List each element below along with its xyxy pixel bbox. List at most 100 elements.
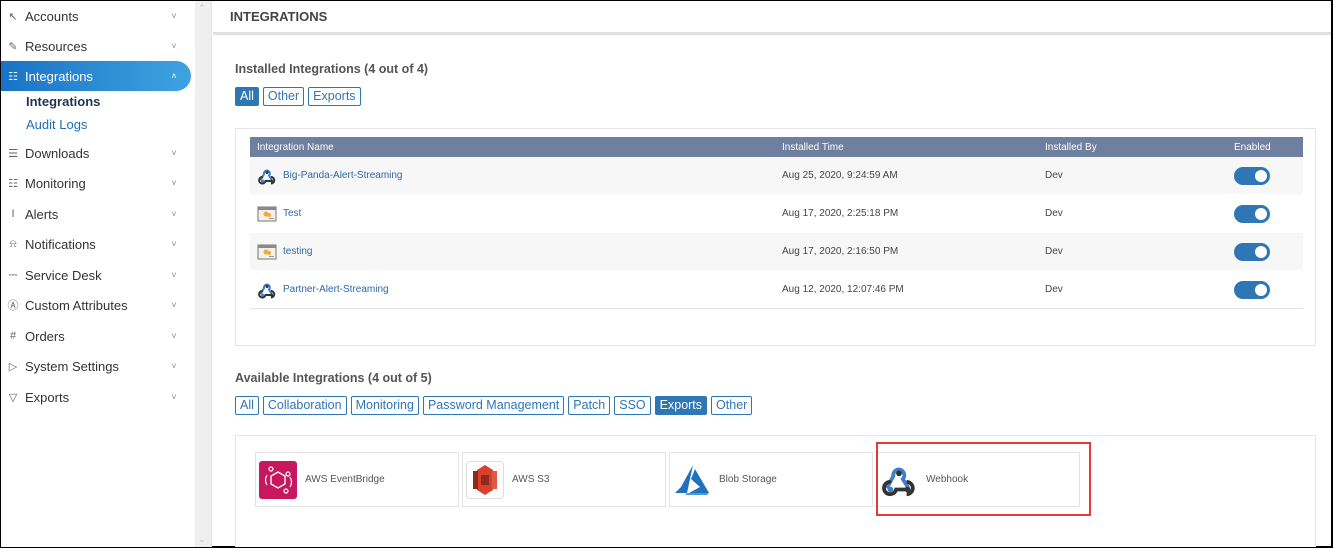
chevron-down-icon[interactable]: ˅ bbox=[169, 361, 179, 371]
table-row: Big-Panda-Alert-Streaming Aug 25, 2020, … bbox=[250, 157, 1303, 195]
browser-icon bbox=[257, 242, 277, 262]
integration-name-link[interactable]: testing bbox=[283, 246, 312, 257]
cell-installed-time: Aug 12, 2020, 12:07:46 PM bbox=[782, 284, 904, 295]
table-header: Integration Name Installed Time Installe… bbox=[250, 137, 1303, 157]
available-integrations-title: Available Integrations (4 out of 5) bbox=[235, 371, 432, 385]
chevron-down-icon[interactable]: ˅ bbox=[169, 331, 179, 341]
eventbridge-icon bbox=[259, 460, 297, 499]
sidebar-item-alerts[interactable]: I Alerts ˅ bbox=[1, 199, 191, 229]
cell-enabled bbox=[1234, 242, 1303, 261]
integration-card-aws-s3[interactable]: AWS S3 bbox=[462, 452, 666, 507]
cell-enabled bbox=[1234, 166, 1303, 185]
cell-name: testing bbox=[250, 242, 782, 262]
column-header-installed-time: Installed Time bbox=[782, 141, 844, 153]
sidebar-item-downloads[interactable]: ☰ Downloads ˅ bbox=[1, 138, 191, 168]
sidebar-item-label: Integrations bbox=[25, 68, 93, 84]
chevron-up-icon[interactable]: ˄ bbox=[169, 71, 179, 81]
sidebar-scrollbar[interactable]: ⌃ ⌄ bbox=[195, 1, 212, 547]
available-filter-all[interactable]: All bbox=[235, 396, 259, 415]
page-title: INTEGRATIONS bbox=[213, 1, 1331, 35]
available-filter-collaboration[interactable]: Collaboration bbox=[262, 396, 347, 415]
chevron-down-icon[interactable]: ˅ bbox=[169, 11, 179, 21]
integration-name-link[interactable]: Big-Panda-Alert-Streaming bbox=[283, 170, 403, 181]
cell-installed-time: Aug 17, 2020, 2:25:18 PM bbox=[782, 208, 899, 219]
clipboard-icon: ☷ bbox=[8, 177, 18, 190]
cell-installed-by: Dev bbox=[1045, 246, 1063, 257]
hash-icon: # bbox=[9, 330, 17, 342]
chevron-down-icon[interactable]: ˅ bbox=[169, 270, 179, 280]
integration-name-link[interactable]: Test bbox=[283, 208, 301, 219]
installed-integrations-table: Integration Name Installed Time Installe… bbox=[250, 137, 1303, 309]
chevron-down-icon[interactable]: ˅ bbox=[169, 41, 179, 51]
integration-card-blob-storage[interactable]: Blob Storage bbox=[669, 452, 873, 507]
enabled-toggle[interactable] bbox=[1234, 166, 1270, 185]
cell-installed-by: Dev bbox=[1045, 208, 1063, 219]
cell-installed-time: Aug 17, 2020, 2:16:50 PM bbox=[782, 246, 899, 257]
export-icon: ▽ bbox=[8, 391, 18, 404]
table-body: Big-Panda-Alert-Streaming Aug 25, 2020, … bbox=[250, 157, 1303, 309]
sidebar-subitem-integrations[interactable]: Integrations bbox=[26, 94, 100, 109]
chevron-down-icon[interactable]: ˅ bbox=[169, 300, 179, 310]
sidebar-item-orders[interactable]: # Orders ˅ bbox=[1, 321, 191, 351]
available-filter-monitoring[interactable]: Monitoring bbox=[350, 396, 419, 415]
sidebar-item-resources[interactable]: ✎ Resources ˅ bbox=[1, 31, 191, 61]
sidebar: ↖ Accounts ˅ ✎ Resources ˅ ☷ Integrations … bbox=[1, 1, 195, 547]
available-filter-sso[interactable]: SSO bbox=[614, 396, 651, 415]
table-row: testing Aug 17, 2020, 2:16:50 PM Dev bbox=[250, 233, 1303, 271]
enabled-toggle[interactable] bbox=[1234, 280, 1270, 299]
cell-name: Big-Panda-Alert-Streaming bbox=[250, 166, 782, 186]
browser-icon bbox=[257, 204, 277, 224]
sidebar-item-custom-attributes[interactable]: Ⓐ Custom Attributes ˅ bbox=[1, 290, 191, 320]
cell-installed-time: Aug 25, 2020, 9:24:59 AM bbox=[782, 170, 898, 181]
available-filter-other[interactable]: Other bbox=[711, 396, 753, 415]
scroll-down-icon[interactable]: ⌄ bbox=[198, 534, 206, 545]
sidebar-item-notifications[interactable]: ⍾ Notifications ˅ bbox=[1, 229, 191, 259]
highlight-box bbox=[876, 442, 1091, 516]
sidebar-item-label: Notifications bbox=[25, 236, 96, 252]
column-header-name: Integration Name bbox=[257, 141, 334, 153]
chevron-down-icon[interactable]: ˅ bbox=[169, 178, 179, 188]
chevron-down-icon[interactable]: ˅ bbox=[169, 392, 179, 402]
enabled-toggle[interactable] bbox=[1234, 242, 1270, 261]
sidebar-item-label: Resources bbox=[25, 38, 88, 54]
integration-card-aws-eventbridge[interactable]: AWS EventBridge bbox=[255, 452, 459, 507]
integration-card-label: AWS EventBridge bbox=[305, 474, 385, 485]
sidebar-item-system-settings[interactable]: ▷ System Settings ˅ bbox=[1, 351, 191, 381]
enabled-toggle[interactable] bbox=[1234, 204, 1270, 223]
sidebar-item-exports[interactable]: ▽ Exports ˅ bbox=[1, 382, 191, 412]
available-filter-patch[interactable]: Patch bbox=[568, 396, 611, 415]
integration-name-link[interactable]: Partner-Alert-Streaming bbox=[283, 284, 389, 295]
cell-installed-by: Dev bbox=[1045, 170, 1063, 181]
cell-name: Test bbox=[250, 204, 782, 224]
attribute-icon: Ⓐ bbox=[7, 300, 19, 312]
sidebar-item-label: Downloads bbox=[25, 145, 90, 161]
sidebar-item-label: Custom Attributes bbox=[25, 297, 128, 313]
chevron-down-icon[interactable]: ˅ bbox=[169, 209, 179, 219]
available-filter-group: All Collaboration Monitoring Password Manag… bbox=[235, 396, 753, 415]
installed-filter-all[interactable]: All bbox=[235, 87, 259, 106]
available-filter-exports[interactable]: Exports bbox=[654, 396, 708, 415]
cell-enabled bbox=[1234, 204, 1303, 223]
sidebar-item-label: Exports bbox=[25, 389, 70, 405]
sidebar-subitem-audit-logs[interactable]: Audit Logs bbox=[26, 117, 87, 132]
chevron-down-icon[interactable]: ˅ bbox=[169, 239, 179, 249]
document-icon: ☷ bbox=[8, 70, 18, 83]
list-icon: ☰ bbox=[8, 147, 18, 160]
available-integrations-panel: AWS EventBridge AWS S3 Blob Storage Webh… bbox=[235, 435, 1316, 547]
cell-installed-by: Dev bbox=[1045, 284, 1063, 295]
installed-filter-exports[interactable]: Exports bbox=[308, 87, 361, 106]
installed-filter-group: All Other Exports bbox=[235, 87, 361, 106]
sidebar-item-label: Orders bbox=[25, 328, 65, 344]
scroll-up-icon[interactable]: ⌃ bbox=[198, 3, 206, 14]
pencil-icon: ✎ bbox=[8, 40, 18, 53]
installed-integrations-title: Installed Integrations (4 out of 4) bbox=[235, 62, 429, 76]
sidebar-item-service-desk[interactable]: ⎓ Service Desk ˅ bbox=[1, 260, 191, 290]
sidebar-item-integrations[interactable]: ☷ Integrations ˄ bbox=[1, 61, 191, 91]
table-row: Test Aug 17, 2020, 2:25:18 PM Dev bbox=[250, 195, 1303, 233]
sidebar-item-accounts[interactable]: ↖ Accounts ˅ bbox=[1, 1, 191, 31]
chevron-down-icon[interactable]: ˅ bbox=[169, 148, 179, 158]
available-filter-password-management[interactable]: Password Management bbox=[422, 396, 565, 415]
installed-filter-other[interactable]: Other bbox=[262, 87, 305, 106]
column-header-enabled: Enabled bbox=[1234, 141, 1271, 153]
sidebar-item-monitoring[interactable]: ☷ Monitoring ˅ bbox=[1, 168, 191, 198]
